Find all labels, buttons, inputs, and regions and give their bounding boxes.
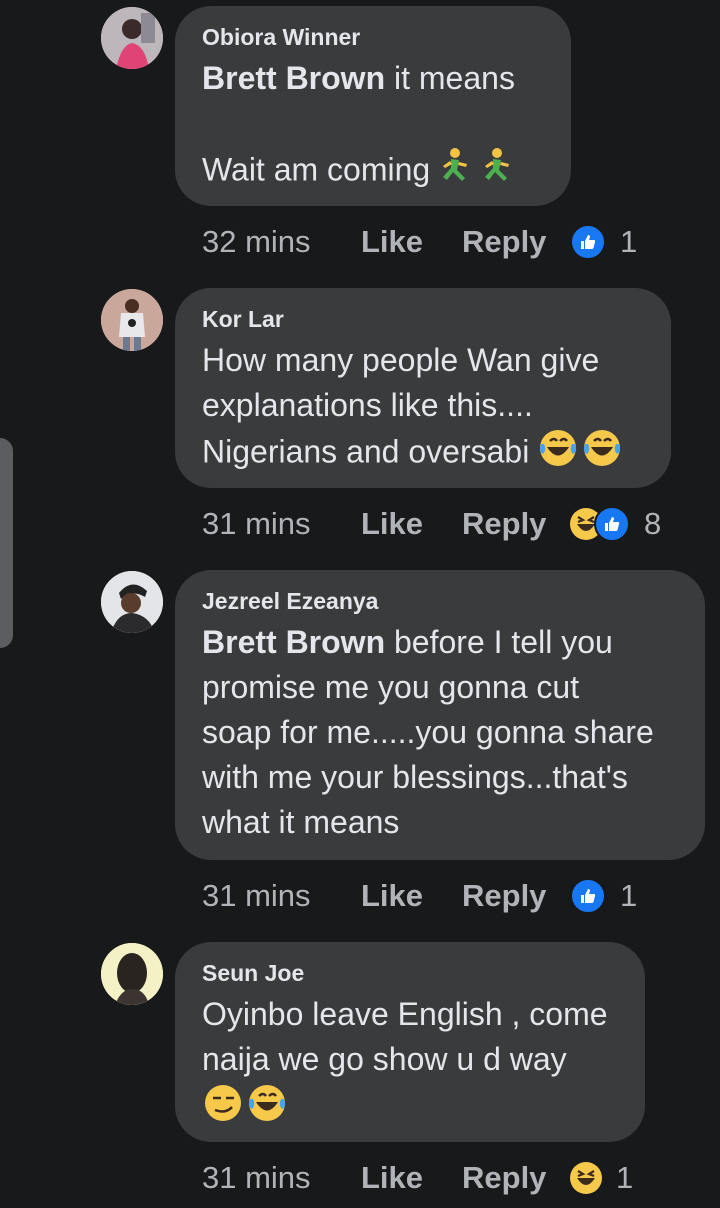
- comment-text: How many people Wan give explanations li…: [202, 338, 645, 480]
- comment-actions: 31 mins Like Reply 1: [202, 876, 637, 916]
- haha-icon: [570, 1162, 602, 1194]
- avatar[interactable]: [101, 943, 163, 1005]
- avatar[interactable]: [101, 571, 163, 633]
- comment-actions: 31 mins Like Reply 1: [202, 1158, 633, 1198]
- reaction-summary[interactable]: 8: [570, 506, 661, 542]
- comment-actions: 31 mins Like Reply 8: [202, 504, 661, 544]
- comment-bubble: Obiora Winner Brett Brown it means Wait …: [175, 6, 571, 206]
- mention-link[interactable]: Brett Brown: [202, 624, 385, 660]
- reply-button[interactable]: Reply: [462, 224, 570, 260]
- comment-text: Brett Brown it means Wait am coming: [202, 56, 545, 198]
- running-man-emoji-icon: [439, 146, 519, 198]
- avatar[interactable]: [101, 7, 163, 69]
- reaction-count: 1: [616, 1160, 634, 1195]
- thumbs-up-icon: [570, 878, 606, 914]
- mention-link[interactable]: Brett Brown: [202, 60, 385, 96]
- comment-bubble: Jezreel Ezeanya Brett Brown before I tel…: [175, 570, 705, 860]
- avatar[interactable]: [101, 289, 163, 351]
- reply-button[interactable]: Reply: [462, 506, 570, 542]
- reaction-count: 8: [644, 506, 662, 541]
- comment-actions: 32 mins Like Reply 1: [202, 222, 637, 262]
- thumbs-up-icon: [594, 506, 630, 542]
- reply-button[interactable]: Reply: [462, 878, 570, 914]
- reaction-count: 1: [620, 224, 638, 259]
- comment-text: Oyinbo leave English , come naija we go …: [202, 992, 619, 1136]
- comment-author[interactable]: Jezreel Ezeanya: [202, 588, 679, 614]
- smirk-and-tears-of-joy-emoji-icon: [202, 1082, 292, 1136]
- comment-text: Brett Brown before I tell you promise me…: [202, 624, 654, 840]
- comment-author[interactable]: Obiora Winner: [202, 24, 545, 50]
- reaction-summary[interactable]: 1: [570, 1160, 633, 1196]
- comment-bubble: Seun Joe Oyinbo leave English , come nai…: [175, 942, 645, 1142]
- thumbs-up-icon: [570, 224, 606, 260]
- timestamp[interactable]: 31 mins: [202, 1160, 361, 1196]
- like-button[interactable]: Like: [361, 878, 462, 914]
- like-button[interactable]: Like: [361, 506, 462, 542]
- like-button[interactable]: Like: [361, 224, 462, 260]
- timestamp[interactable]: 32 mins: [202, 224, 361, 260]
- reaction-summary[interactable]: 1: [570, 224, 637, 260]
- timestamp[interactable]: 31 mins: [202, 506, 361, 542]
- comment-author[interactable]: Seun Joe: [202, 960, 619, 986]
- reaction-summary[interactable]: 1: [570, 878, 637, 914]
- comment-bubble: Kor Lar How many people Wan give explana…: [175, 288, 671, 488]
- tears-of-joy-emoji-icon: [538, 428, 624, 480]
- scroll-handle[interactable]: [0, 438, 13, 648]
- reply-button[interactable]: Reply: [462, 1160, 570, 1196]
- comment-author[interactable]: Kor Lar: [202, 306, 645, 332]
- like-button[interactable]: Like: [361, 1160, 462, 1196]
- timestamp[interactable]: 31 mins: [202, 878, 361, 914]
- reaction-count: 1: [620, 878, 638, 913]
